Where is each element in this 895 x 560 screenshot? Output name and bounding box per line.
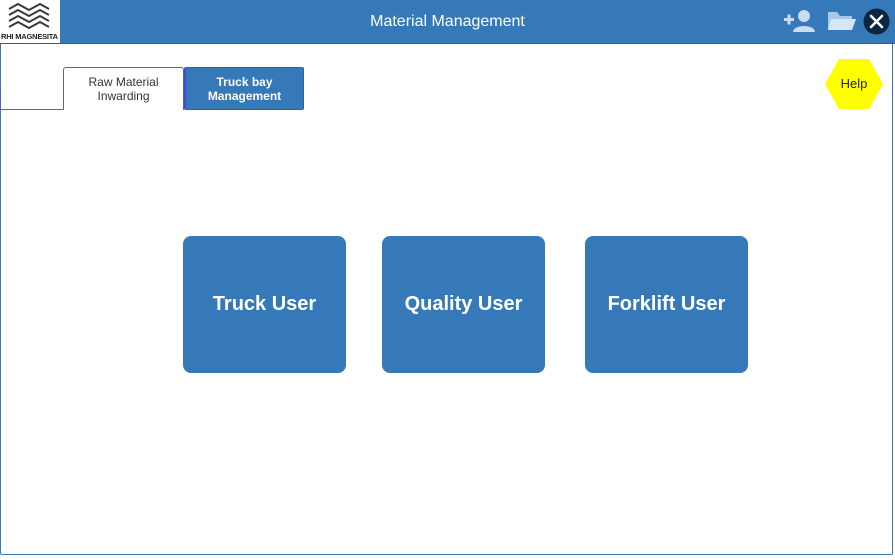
tile-label: Truck User: [212, 293, 317, 315]
help-label: Help: [840, 76, 868, 91]
close-icon[interactable]: [863, 8, 890, 40]
logo-text: RHI MAGNESITA: [1, 32, 58, 41]
forklift-user-button[interactable]: Forklift User: [585, 236, 748, 373]
page-title: Material Management: [370, 13, 525, 30]
tab-strip-edge: [0, 90, 1, 110]
quality-user-button[interactable]: Quality User: [382, 236, 545, 373]
add-user-icon[interactable]: [783, 9, 815, 38]
folder-open-icon[interactable]: [827, 8, 857, 37]
tab-raw-material-inwarding[interactable]: Raw Material Inwarding: [63, 67, 184, 110]
tab-strip-line: [0, 109, 63, 110]
tile-label: Quality User: [404, 293, 523, 315]
app-header: RHI MAGNESITA Material Management: [0, 0, 895, 44]
truck-user-button[interactable]: Truck User: [183, 236, 346, 373]
tile-label: Forklift User: [607, 293, 726, 315]
help-button[interactable]: Help: [825, 58, 883, 110]
tab-label: Truck bay Management: [207, 74, 282, 103]
tab-truck-bay-management[interactable]: Truck bay Management: [184, 67, 304, 110]
tab-label: Raw Material Inwarding: [88, 75, 159, 103]
